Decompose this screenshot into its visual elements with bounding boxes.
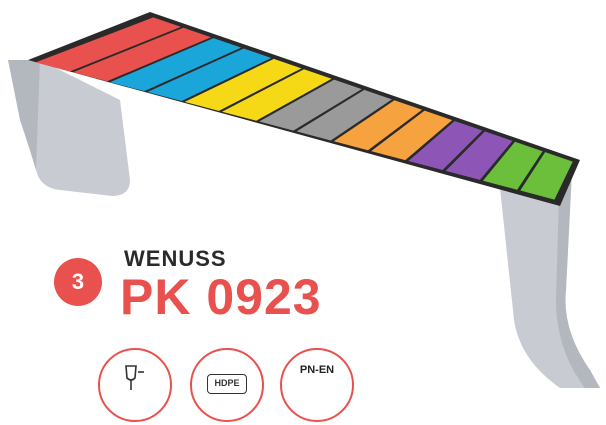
glass-and-fork-icon: [125, 365, 144, 390]
pn-en-certificate-badge: PN-EN: [280, 348, 354, 422]
product-number-badge: 3: [54, 258, 102, 306]
hdpe-certificate-badge: HDPE: [190, 348, 264, 422]
model-code: PK 0923: [120, 269, 322, 325]
food-contact-certificate-badge: [98, 348, 172, 422]
bench-illustration: [8, 12, 600, 388]
pn-en-label: PN-EN: [299, 364, 335, 376]
hdpe-label: HDPE: [207, 374, 247, 394]
